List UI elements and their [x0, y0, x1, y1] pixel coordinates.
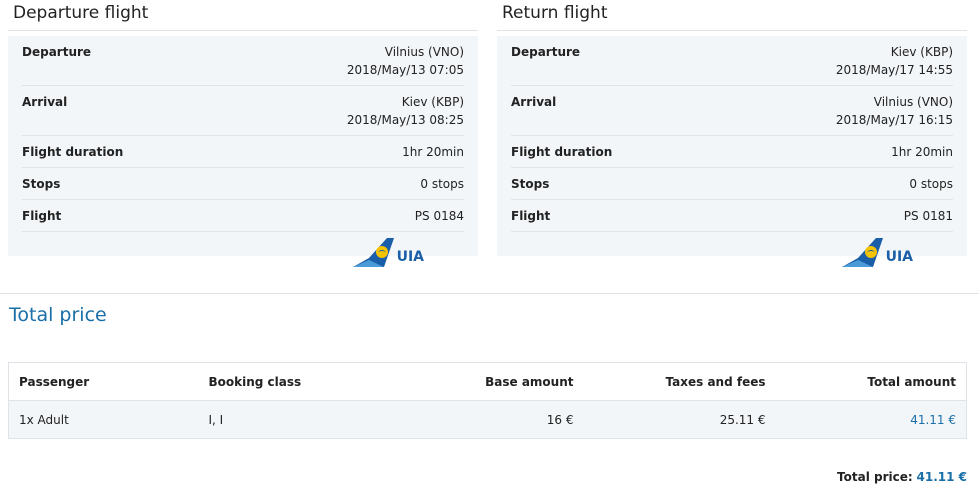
arrival-airport: Kiev (KBP): [401, 95, 464, 109]
flight-number: PS 0181: [904, 207, 953, 225]
arrival-datetime: 2018/May/13 08:25: [346, 113, 464, 127]
row-label: Arrival: [511, 95, 557, 109]
airline-tail-icon: [352, 238, 394, 267]
row-label: Flight duration: [511, 145, 613, 159]
departure-airport: Kiev (KBP): [890, 45, 953, 59]
airline-logo-text: UIA: [885, 249, 913, 265]
row-label: Arrival: [22, 95, 68, 109]
col-header-base-amount: Base amount: [388, 362, 584, 401]
col-header-taxes: Taxes and fees: [583, 362, 776, 401]
duration-value: 1hr 20min: [402, 145, 464, 159]
flight-number: PS 0184: [415, 207, 464, 225]
flight-number-text: PS 0184: [414, 209, 464, 223]
arrival-datetime: 2018/May/17 16:15: [835, 113, 953, 127]
section-divider: [0, 293, 979, 294]
flight-row: Flight PS 0181: [511, 200, 953, 232]
duration-value: 1hr 20min: [891, 145, 953, 159]
col-header-passenger: Passenger: [8, 362, 199, 401]
table-row: 1x Adult I, I 16 € 25.11 € 41.11 €: [8, 400, 967, 439]
arrival-airport: Vilnius (VNO): [873, 95, 953, 109]
row-label: Departure: [511, 45, 581, 59]
grand-total: Total price: 41.11 €: [837, 470, 967, 484]
stops-row: Stops 0 stops: [511, 168, 953, 200]
row-label: Flight duration: [22, 145, 124, 159]
stops-row: Stops 0 stops: [22, 168, 464, 200]
departure-airport: Vilnius (VNO): [384, 45, 464, 59]
departure-flight-title: Departure flight: [8, 0, 478, 31]
grand-total-value: 41.11 €: [916, 470, 967, 484]
row-value: Kiev (KBP) 2018/May/13 08:25: [347, 93, 464, 129]
taxes-cell: 25.11 €: [583, 400, 776, 439]
return-flight-panel: Return flight Departure Kiev (KBP) 2018/…: [497, 0, 967, 267]
departure-row: Departure Kiev (KBP) 2018/May/17 14:55: [511, 36, 953, 86]
row-value: Vilnius (VNO) 2018/May/13 07:05: [347, 43, 464, 79]
passenger-cell: 1x Adult: [8, 400, 199, 439]
row-value: Kiev (KBP) 2018/May/17 14:55: [836, 43, 953, 79]
flight-number-text: PS 0181: [903, 209, 953, 223]
total-price-heading: Total price: [9, 304, 107, 326]
stops-value: 0 stops: [420, 177, 464, 191]
departure-flight-panel: Departure flight Departure Vilnius (VNO)…: [8, 0, 478, 267]
return-details: Departure Kiev (KBP) 2018/May/17 14:55 A…: [497, 36, 967, 267]
return-flight-title: Return flight: [497, 0, 967, 31]
airline-logo-text: UIA: [396, 249, 424, 265]
base-amount-cell: 16 €: [388, 400, 584, 439]
total-amount-link[interactable]: 41.11 €: [775, 400, 967, 439]
flight-row: Flight PS 0184: [22, 200, 464, 232]
arrival-row: Arrival Kiev (KBP) 2018/May/13 08:25: [22, 86, 464, 136]
airline-logo: UIA: [22, 236, 464, 268]
duration-row: Flight duration 1hr 20min: [511, 136, 953, 168]
grand-total-label: Total price:: [837, 470, 913, 484]
airline-tail-icon: [841, 238, 883, 267]
col-header-booking-class: Booking class: [198, 362, 389, 401]
departure-row: Departure Vilnius (VNO) 2018/May/13 07:0…: [22, 36, 464, 86]
departure-details: Departure Vilnius (VNO) 2018/May/13 07:0…: [8, 36, 478, 267]
arrival-row: Arrival Vilnius (VNO) 2018/May/17 16:15: [511, 86, 953, 136]
row-label: Flight: [511, 209, 551, 223]
stops-value: 0 stops: [909, 177, 953, 191]
row-value: Vilnius (VNO) 2018/May/17 16:15: [836, 93, 953, 129]
row-label: Departure: [22, 45, 92, 59]
price-breakdown-table: Passenger Booking class Base amount Taxe…: [8, 362, 967, 439]
row-label: Stops: [511, 177, 550, 191]
col-header-total-amount: Total amount: [775, 362, 967, 401]
departure-datetime: 2018/May/17 14:55: [835, 63, 953, 77]
airline-logo: UIA: [511, 236, 953, 268]
row-label: Flight: [22, 209, 62, 223]
departure-datetime: 2018/May/13 07:05: [346, 63, 464, 77]
table-header-row: Passenger Booking class Base amount Taxe…: [8, 362, 967, 401]
row-label: Stops: [22, 177, 61, 191]
booking-class-cell: I, I: [198, 400, 389, 439]
duration-row: Flight duration 1hr 20min: [22, 136, 464, 168]
